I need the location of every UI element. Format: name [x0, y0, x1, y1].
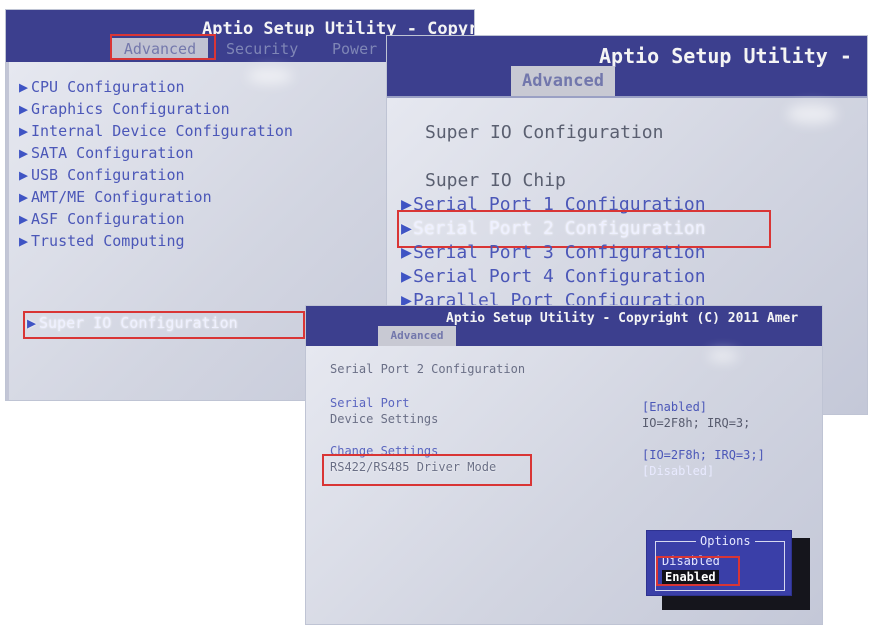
title-bar: Aptio Setup Utility - Copyright (C) 2011…	[306, 306, 822, 346]
title-bar: Aptio Setup Utility - Advanced	[387, 36, 867, 96]
right-triangle-icon: ▶	[19, 122, 29, 140]
options-title: Options	[696, 534, 755, 548]
window-title: Aptio Setup Utility -	[599, 44, 852, 68]
right-triangle-icon: ▶	[19, 100, 29, 118]
menu-item-serial-port-4[interactable]: ▶Serial Port 4 Configuration	[401, 266, 706, 287]
enabled-option-highlight	[656, 556, 740, 586]
right-triangle-icon: ▶	[401, 266, 412, 287]
window-title: Aptio Setup Utility - Copyright (C) 2011…	[446, 311, 799, 326]
menu-item-sata-configuration[interactable]: ▶ SATA Configuration	[19, 144, 194, 162]
right-triangle-icon: ▶	[19, 78, 29, 96]
super-io-highlight	[23, 311, 305, 339]
menu-item-cpu-configuration[interactable]: ▶ CPU Configuration	[19, 78, 185, 96]
menu-item-internal-device-configuration[interactable]: ▶ Internal Device Configuration	[19, 122, 293, 140]
tab-security[interactable]: Security	[226, 38, 298, 60]
menu-item-amt-me-configuration[interactable]: ▶ AMT/ME Configuration	[19, 188, 212, 206]
device-settings-value: IO=2F8h; IRQ=3;	[642, 416, 751, 430]
screen-glare	[787, 104, 837, 124]
menu-item-serial-port-3[interactable]: ▶Serial Port 3 Configuration	[401, 242, 706, 263]
right-triangle-icon: ▶	[19, 166, 29, 184]
page-heading: Super IO Configuration	[425, 122, 664, 143]
menu-item-graphics-configuration[interactable]: ▶ Graphics Configuration	[19, 100, 230, 118]
right-triangle-icon: ▶	[19, 232, 29, 250]
right-triangle-icon: ▶	[401, 242, 412, 263]
right-triangle-icon: ▶	[19, 144, 29, 162]
driver-mode-highlight	[322, 454, 532, 486]
serial-port-label[interactable]: Serial Port	[330, 396, 409, 410]
change-settings-value: [IO=2F8h; IRQ=3;]	[642, 448, 765, 462]
menu-item-asf-configuration[interactable]: ▶ ASF Configuration	[19, 210, 185, 228]
advanced-tab-highlight	[110, 34, 216, 60]
bios-screen-serial-port-2: Aptio Setup Utility - Copyright (C) 2011…	[306, 306, 822, 624]
right-triangle-icon: ▶	[19, 210, 29, 228]
right-triangle-icon: ▶	[19, 188, 29, 206]
device-settings-label: Device Settings	[330, 412, 439, 426]
tab-advanced[interactable]: Advanced	[511, 66, 615, 96]
super-io-chip-label: Super IO Chip	[425, 170, 566, 191]
menu-item-trusted-computing[interactable]: ▶ Trusted Computing	[19, 232, 185, 250]
menu-item-usb-configuration[interactable]: ▶ USB Configuration	[19, 166, 185, 184]
rs422-rs485-driver-mode-value: [Disabled]	[642, 464, 715, 478]
page-heading: Serial Port 2 Configuration	[330, 362, 526, 376]
serial-port-value: [Enabled]	[642, 400, 708, 414]
screen-glare	[247, 68, 293, 84]
tab-power[interactable]: Power	[332, 38, 377, 60]
screen-glare	[708, 350, 738, 362]
tab-advanced[interactable]: Advanced	[378, 326, 456, 346]
